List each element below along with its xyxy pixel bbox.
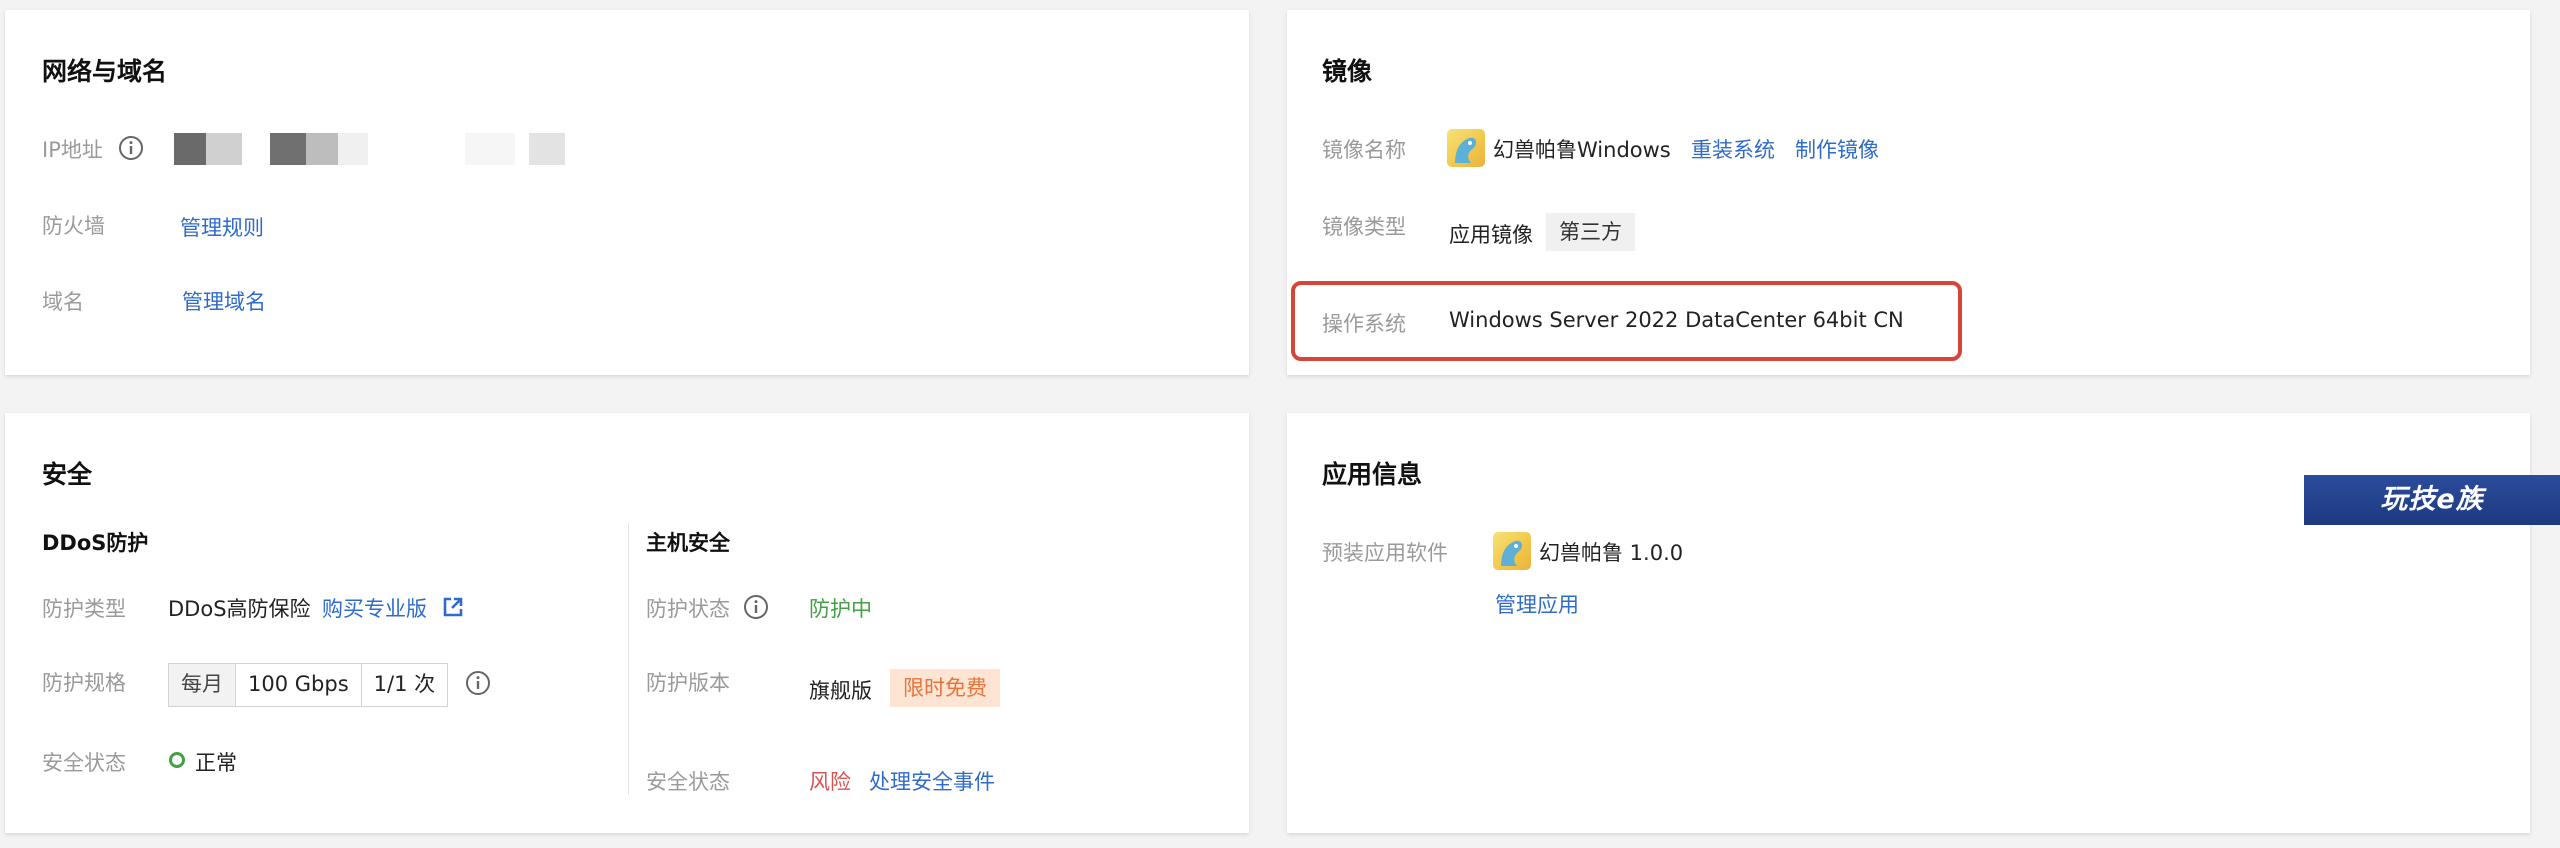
host-status-value: 防护中	[809, 597, 872, 621]
spec-period: 每月	[169, 664, 236, 706]
palworld-app-icon	[1493, 532, 1531, 570]
image-name-label: 镜像名称	[1322, 138, 1406, 162]
firewall-label: 防火墙	[42, 214, 105, 238]
security-card: 安全 DDoS防护 防护类型 DDoS高防保险 购买专业版 防护规格 每月 10…	[5, 413, 1249, 833]
host-version-value: 旗舰版	[809, 679, 872, 703]
network-card: 网络与域名 IP地址 防火墙 管理规则 域名 管理域名	[5, 10, 1249, 375]
palworld-app-icon	[1447, 129, 1485, 167]
ddos-spec-label: 防护规格	[42, 671, 126, 695]
domain-label: 域名	[42, 290, 84, 314]
make-image-link[interactable]: 制作镜像	[1795, 134, 1879, 164]
host-safety-value: 风险	[809, 770, 851, 794]
status-ok-ring-icon	[169, 752, 185, 768]
watermark-logo: 玩技e族	[2304, 475, 2560, 525]
ddos-type-label: 防护类型	[42, 597, 126, 621]
info-circle-icon[interactable]	[743, 594, 769, 620]
host-status-label: 防护状态	[646, 597, 730, 621]
manage-app-link[interactable]: 管理应用	[1495, 589, 1579, 619]
info-circle-icon[interactable]	[118, 135, 144, 161]
host-section-title: 主机安全	[646, 531, 730, 555]
ip-label: IP地址	[42, 138, 103, 162]
preinstalled-software-label: 预装应用软件	[1322, 541, 1448, 565]
host-version-label: 防护版本	[646, 671, 730, 695]
external-link-icon[interactable]	[442, 596, 464, 618]
reinstall-system-link[interactable]: 重装系统	[1691, 134, 1775, 164]
preinstalled-software-value: 幻兽帕鲁 1.0.0	[1539, 541, 1684, 565]
handle-security-event-link[interactable]: 处理安全事件	[869, 766, 995, 796]
app-info-card-title: 应用信息	[1322, 460, 1423, 489]
ddos-status-label: 安全状态	[42, 751, 126, 775]
image-type-value: 应用镜像	[1449, 223, 1533, 247]
column-divider	[628, 523, 629, 795]
image-type-label: 镜像类型	[1322, 215, 1406, 239]
ddos-section-title: DDoS防护	[42, 531, 149, 555]
ddos-type-value: DDoS高防保险	[168, 597, 311, 621]
image-name-value: 幻兽帕鲁Windows	[1493, 138, 1671, 162]
buy-pro-link[interactable]: 购买专业版	[322, 593, 427, 623]
os-highlight-box	[1291, 281, 1962, 361]
third-party-tag: 第三方	[1546, 213, 1635, 251]
spec-bandwidth: 100 Gbps	[236, 664, 362, 706]
ddos-status-value: 正常	[195, 751, 237, 775]
info-circle-icon[interactable]	[465, 670, 491, 696]
manage-rules-link[interactable]: 管理规则	[180, 212, 264, 242]
image-card-title: 镜像	[1322, 57, 1373, 86]
host-safety-label: 安全状态	[646, 770, 730, 794]
security-card-title: 安全	[42, 460, 93, 489]
limited-free-tag: 限时免费	[890, 669, 1000, 707]
spec-count: 1/1 次	[373, 672, 436, 696]
network-card-title: 网络与域名	[42, 57, 168, 86]
ddos-spec-pill: 每月 100 Gbps 1/1 次	[168, 663, 449, 707]
manage-domain-link[interactable]: 管理域名	[182, 286, 266, 316]
